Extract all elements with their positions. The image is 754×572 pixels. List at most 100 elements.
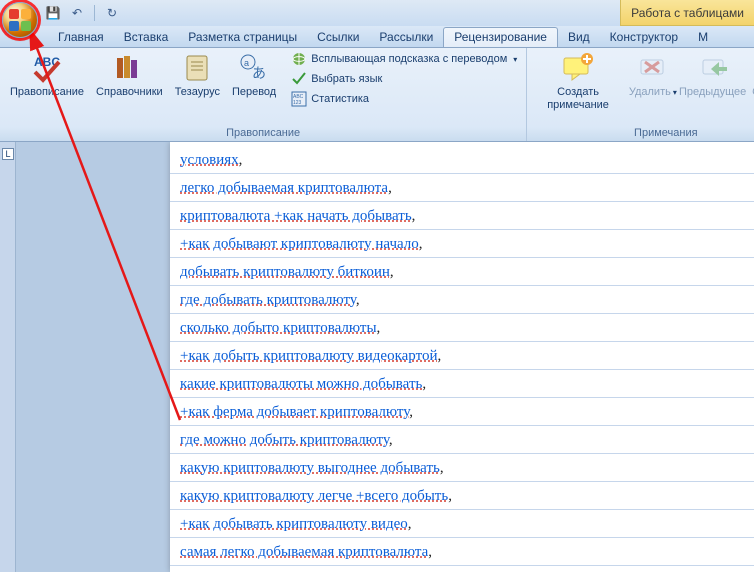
tab-home[interactable]: Главная (48, 28, 114, 47)
button-delete-comment[interactable]: Удалить▾ (627, 50, 679, 101)
button-spelling[interactable]: ABC Правописание (6, 50, 88, 101)
link-text[interactable]: +как ферма добывает криптовалюту (180, 404, 409, 420)
button-next-comment[interactable]: Следую (746, 50, 754, 101)
trail-punct: , (448, 488, 452, 504)
svg-text:あ: あ (252, 65, 266, 81)
link-text[interactable]: какие криптовалюты можно добывать (180, 376, 422, 392)
table-row[interactable]: +как добывают криптовалюту начало, (170, 230, 754, 258)
table-row[interactable]: криптовалюта +как начать добывать, (170, 202, 754, 230)
redo-icon[interactable]: ↻ (103, 4, 121, 22)
quick-access-toolbar: 💾 ↶ ↻ (44, 0, 121, 26)
trail-punct: , (239, 152, 243, 168)
tab-references[interactable]: Ссылки (307, 28, 369, 47)
qat-divider (94, 5, 95, 21)
tab-view[interactable]: Вид (558, 28, 600, 47)
books-icon (113, 52, 145, 84)
title-bar: 💾 ↶ ↻ Работа с таблицами (0, 0, 754, 26)
table-row[interactable]: какие криптовалюты можно добывать, (170, 370, 754, 398)
table-row[interactable]: какую криптовалюту выгоднее добывать, (170, 454, 754, 482)
button-pick-language[interactable]: Выбрать язык (288, 70, 520, 88)
table-row[interactable]: добывать криптовалюту биткоин, (170, 258, 754, 286)
svg-text:123: 123 (293, 100, 302, 106)
table-row[interactable]: самая легко добываемая криптовалюта, (170, 538, 754, 566)
stats-icon: ABC123 (291, 91, 307, 107)
spelling-icon: ABC (31, 52, 63, 84)
button-translate[interactable]: aあ Перевод (228, 50, 280, 101)
button-stats[interactable]: ABC123 Статистика (288, 90, 520, 108)
link-text[interactable]: добывать криптовалюту биткоин (180, 264, 390, 280)
trail-punct: , (437, 348, 441, 364)
link-text[interactable]: условиях (180, 152, 239, 168)
link-text[interactable]: криптовалюта +как начать добывать (180, 208, 412, 224)
tab-pagelayout[interactable]: Разметка страницы (178, 28, 307, 47)
trail-punct: , (408, 516, 412, 532)
office-button[interactable] (2, 2, 38, 38)
check-icon (291, 71, 307, 87)
group-title-comments: Примечания (533, 125, 754, 139)
tab-design[interactable]: Конструктор (600, 28, 688, 47)
link-text[interactable]: где можно добыть криптовалюту (180, 432, 389, 448)
tab-review[interactable]: Рецензирование (443, 27, 558, 47)
group-title-spelling: Правописание (6, 125, 520, 139)
document-page[interactable]: условиях, легко добываемая криптовалюта,… (170, 142, 754, 572)
trail-punct: , (389, 432, 393, 448)
button-translate-hint[interactable]: Всплывающая подсказка с переводом▾ (288, 50, 520, 68)
globe-icon (291, 51, 307, 67)
button-references[interactable]: Справочники (92, 50, 167, 101)
translate-icon: aあ (238, 52, 270, 84)
trail-punct: , (388, 180, 392, 196)
trail-punct: , (422, 376, 426, 392)
tab-align-icon[interactable]: L (2, 148, 14, 160)
link-text[interactable]: +как добыть криптовалюту видеокартой (180, 348, 437, 364)
page-scroll-area[interactable]: условиях, легко добываемая криптовалюта,… (16, 142, 754, 572)
tab-mailings[interactable]: Рассылки (369, 28, 443, 47)
dropdown-arrow-icon: ▾ (513, 55, 517, 64)
link-text[interactable]: +как добывают криптовалюту начало (180, 236, 419, 252)
table-row[interactable]: какую криптовалюту легче +всего добыть, (170, 482, 754, 510)
trail-punct: , (377, 320, 381, 336)
table-row[interactable]: условиях, (170, 146, 754, 174)
button-thesaurus[interactable]: Тезаурус (171, 50, 224, 101)
ribbon: ABC Правописание Справочники Тезаурус aあ… (0, 48, 754, 142)
link-text[interactable]: сколько добыто криптовалюты (180, 320, 377, 336)
undo-icon[interactable]: ↶ (68, 4, 86, 22)
delete-icon (637, 52, 669, 84)
link-text[interactable]: какую криптовалюту выгоднее добывать (180, 460, 440, 476)
table-row[interactable]: +как добывать криптовалюту видео, (170, 510, 754, 538)
link-text[interactable]: легко добываемая криптовалюта (180, 180, 388, 196)
new-comment-icon (562, 52, 594, 84)
tab-m[interactable]: М (688, 28, 718, 47)
office-logo-icon (9, 9, 31, 31)
table-row[interactable]: +как добыть криптовалюту видеокартой, (170, 342, 754, 370)
link-text[interactable]: +как добывать криптовалюту видео (180, 516, 408, 532)
link-text[interactable]: самая легко добываемая криптовалюта (180, 544, 428, 560)
trail-punct: , (428, 544, 432, 560)
ribbon-tab-strip: Главная Вставка Разметка страницы Ссылки… (0, 26, 754, 48)
trail-punct: , (440, 460, 444, 476)
button-prev-comment[interactable]: Предыдущее (683, 50, 743, 101)
table-row[interactable]: легко добываемая криптовалюта, (170, 174, 754, 202)
table-row[interactable]: где можно добыть криптовалюту, (170, 426, 754, 454)
prev-icon (697, 52, 729, 84)
link-text[interactable]: какую криптовалюту легче +всего добыть (180, 488, 448, 504)
workspace: L условиях, легко добываемая криптовалют… (0, 142, 754, 572)
group-spelling: ABC Правописание Справочники Тезаурус aあ… (0, 48, 527, 141)
svg-text:a: a (244, 58, 249, 68)
table-row[interactable]: где добывать криптовалюту, (170, 286, 754, 314)
button-new-comment[interactable]: Создать примечание (533, 50, 623, 114)
table-row[interactable]: сколько добыто криптовалюты, (170, 314, 754, 342)
thesaurus-icon (181, 52, 213, 84)
trail-punct: , (390, 264, 394, 280)
save-icon[interactable]: 💾 (44, 4, 62, 22)
tab-insert[interactable]: Вставка (114, 28, 179, 47)
trail-punct: , (356, 292, 360, 308)
dropdown-arrow-icon: ▾ (673, 88, 677, 97)
trail-punct: , (409, 404, 413, 420)
table-row[interactable]: +как ферма добывает криптовалюту, (170, 398, 754, 426)
trail-punct: , (419, 236, 423, 252)
trail-punct: , (412, 208, 416, 224)
ruler-gutter: L (0, 142, 16, 572)
table-tools-context-tab[interactable]: Работа с таблицами (620, 0, 754, 26)
link-text[interactable]: где добывать криптовалюту (180, 292, 356, 308)
group-comments: Создать примечание Удалить▾ Предыдущее С… (527, 48, 754, 141)
